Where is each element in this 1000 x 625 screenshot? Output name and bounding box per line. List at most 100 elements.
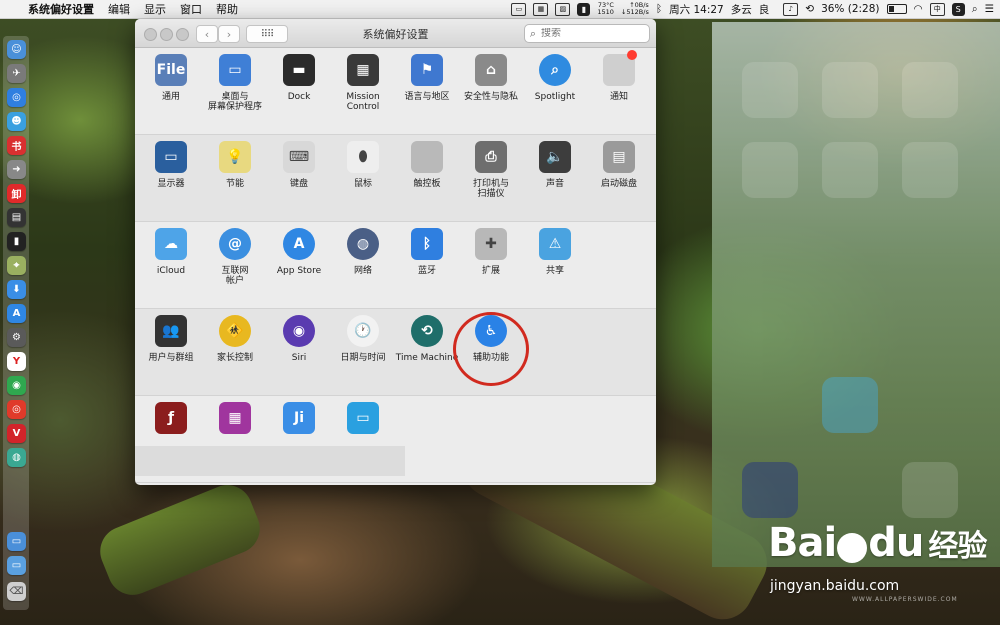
bluetooth-status-icon[interactable]: ᛒ [656, 3, 662, 15]
pref-third-party-ji[interactable]: Ji [267, 402, 331, 440]
pref-trackpad[interactable]: 触控板 [395, 141, 459, 189]
sensor-readout[interactable]: 73°C 1510 [597, 2, 614, 16]
music-status-icon[interactable]: ♪ [783, 2, 799, 16]
yandex-icon[interactable]: Y [7, 352, 26, 371]
terminal-icon[interactable]: ▮ [7, 232, 26, 251]
folder-icon[interactable]: ▭ [7, 532, 26, 551]
launchpad-icon[interactable]: ✈ [7, 64, 26, 83]
pref-security-privacy[interactable]: ⌂ 安全性与隐私 [459, 54, 523, 102]
pref-energy-saver[interactable]: 💡 节能 [203, 141, 267, 189]
window-titlebar: ‹ › ⠿⠿ 系统偏好设置 ⌕ [135, 19, 656, 48]
pref-flash-player[interactable]: ƒ [139, 402, 203, 440]
preference-row: File 通用 ▭ 桌面与 屏幕保护程序 ▬ Dock ▦ Mission Control ⚑ 语… [135, 48, 656, 135]
grid-status-icon[interactable]: ▦ [533, 2, 549, 16]
wifi-icon[interactable]: ◠ [914, 3, 923, 15]
pref-dock[interactable]: ▬ Dock [267, 54, 331, 102]
safari-icon[interactable]: ◎ [7, 88, 26, 107]
image-status-icon[interactable]: ▨ [555, 2, 571, 16]
pref-extensions[interactable]: ✚ 扩展 [459, 228, 523, 276]
pref-siri[interactable]: ◉ Siri [267, 315, 331, 363]
app-teal-icon[interactable]: ◍ [7, 448, 26, 467]
app-download-icon[interactable]: ⬇ [7, 280, 26, 299]
folder-status-icon[interactable]: ▭ [511, 2, 527, 16]
pref-internet-accounts[interactable]: @ 互联网 帐户 [203, 228, 267, 286]
energy-saver-icon: 💡 [219, 141, 251, 173]
blurred-tile [902, 62, 958, 118]
pref-displays[interactable]: ▭ 显示器 [139, 141, 203, 189]
timemachine-status-icon[interactable]: ⟲ [805, 3, 814, 15]
pref-startup-disk[interactable]: ▤ 启动磁盘 [587, 141, 651, 189]
network-speed[interactable]: ↑0B/s ↓512B/s [621, 2, 649, 16]
chrome-icon[interactable]: ◉ [7, 376, 26, 395]
pref-desktop-screensaver[interactable]: ▭ 桌面与 屏幕保护程序 [203, 54, 267, 112]
language-region-icon: ⚑ [411, 54, 443, 86]
security-privacy-icon: ⌂ [475, 54, 507, 86]
downloads-folder-icon[interactable]: ▭ [7, 556, 26, 575]
trash-icon[interactable]: ⌫ [7, 582, 26, 601]
terminal-status-icon[interactable]: ▮ [577, 2, 591, 16]
search-field[interactable]: ⌕ [524, 24, 650, 43]
activity-monitor-icon[interactable]: ▤ [7, 208, 26, 227]
app-gray-icon[interactable]: ➜ [7, 160, 26, 179]
weather-status[interactable]: 多云 [731, 2, 752, 17]
pref-printers-scanners[interactable]: ⎙ 打印机与 扫描仪 [459, 141, 523, 199]
blurred-tile [822, 377, 878, 433]
pref-mission-control[interactable]: ▦ Mission Control [331, 54, 395, 112]
pref-users-groups[interactable]: 👥 用户与群组 [139, 315, 203, 363]
pref-label: 语言与地区 [404, 92, 450, 102]
pref-label: 启动磁盘 [600, 179, 637, 189]
preference-row: ▭ 显示器 💡 节能 ⌨ 键盘 ⬮ 鼠标 触控板 ⎙ 打印机与 扫描仪 🔈 声音 ▤ 启动磁盘 [135, 135, 656, 222]
system-preferences-dock-icon[interactable]: ⚙ [7, 328, 26, 347]
pref-label: App Store [276, 266, 322, 276]
pref-sound[interactable]: 🔈 声音 [523, 141, 587, 189]
datetime-status[interactable]: 周六 14:27 [669, 2, 724, 17]
pref-third-party-1[interactable]: ▦ [203, 402, 267, 440]
pref-spotlight[interactable]: ⌕ Spotlight [523, 54, 587, 102]
pref-bluetooth[interactable]: ᛒ 蓝牙 [395, 228, 459, 276]
pref-label: 通用 [161, 92, 180, 102]
highlight-ring [453, 312, 529, 386]
vivaldi-icon[interactable]: V [7, 424, 26, 443]
menu-window[interactable]: 窗口 [180, 1, 202, 17]
search-input[interactable] [541, 28, 637, 39]
pref-notifications[interactable]: 通知 [587, 50, 651, 102]
mouse-icon: ⬮ [347, 141, 379, 173]
menu-help[interactable]: 帮助 [216, 1, 238, 17]
app-weibo-icon[interactable]: 卸 [7, 184, 26, 203]
pref-time-machine[interactable]: ⟲ Time Machine [395, 315, 459, 363]
battery-status[interactable]: 36% (2:28) [821, 3, 879, 15]
contacts-icon[interactable]: ☻ [7, 112, 26, 131]
menu-view[interactable]: 显示 [144, 1, 166, 17]
pref-parental-controls[interactable]: 🚸 家长控制 [203, 315, 267, 363]
battery-icon[interactable] [886, 4, 907, 14]
netease-music-icon[interactable]: ◎ [7, 400, 26, 419]
pref-date-time[interactable]: 🕐 日期与时间 [331, 315, 395, 363]
pref-app-store[interactable]: A App Store [267, 228, 331, 276]
pref-network[interactable]: ◍ 网络 [331, 228, 395, 276]
spotlight-icon: ⌕ [539, 54, 571, 86]
blurred-window [712, 22, 1000, 567]
appstore-dock-icon[interactable]: A [7, 304, 26, 323]
maps-icon[interactable]: ⌖ [7, 256, 26, 275]
pref-language-region[interactable]: ⚑ 语言与地区 [395, 54, 459, 102]
app-red-icon[interactable]: 书 [7, 136, 26, 155]
input-method-icon[interactable]: 中 [929, 2, 945, 16]
blurred-tile [822, 62, 878, 118]
spotlight-status-icon[interactable]: ⌕ [972, 3, 978, 16]
notification-center-icon[interactable]: ☰ [985, 3, 994, 15]
s-app-status-icon[interactable]: S [951, 2, 965, 16]
menu-edit[interactable]: 编辑 [108, 1, 130, 17]
menu-app-name[interactable]: 系统偏好设置 [28, 1, 94, 17]
finder-icon[interactable]: ☺ [7, 40, 26, 59]
pref-icloud[interactable]: ☁ iCloud [139, 228, 203, 276]
pref-mouse[interactable]: ⬮ 鼠标 [331, 141, 395, 189]
weather-quality[interactable]: 良 [759, 2, 770, 17]
icloud-icon: ☁ [155, 228, 187, 260]
baidu-logo-text: Bai [768, 520, 837, 566]
pref-general[interactable]: File 通用 [139, 54, 203, 102]
siri-icon: ◉ [283, 315, 315, 347]
pref-third-party-display[interactable]: ▭ [331, 402, 395, 440]
sound-icon: 🔈 [539, 141, 571, 173]
pref-sharing[interactable]: ⚠ 共享 [523, 228, 587, 276]
pref-keyboard[interactable]: ⌨ 键盘 [267, 141, 331, 189]
